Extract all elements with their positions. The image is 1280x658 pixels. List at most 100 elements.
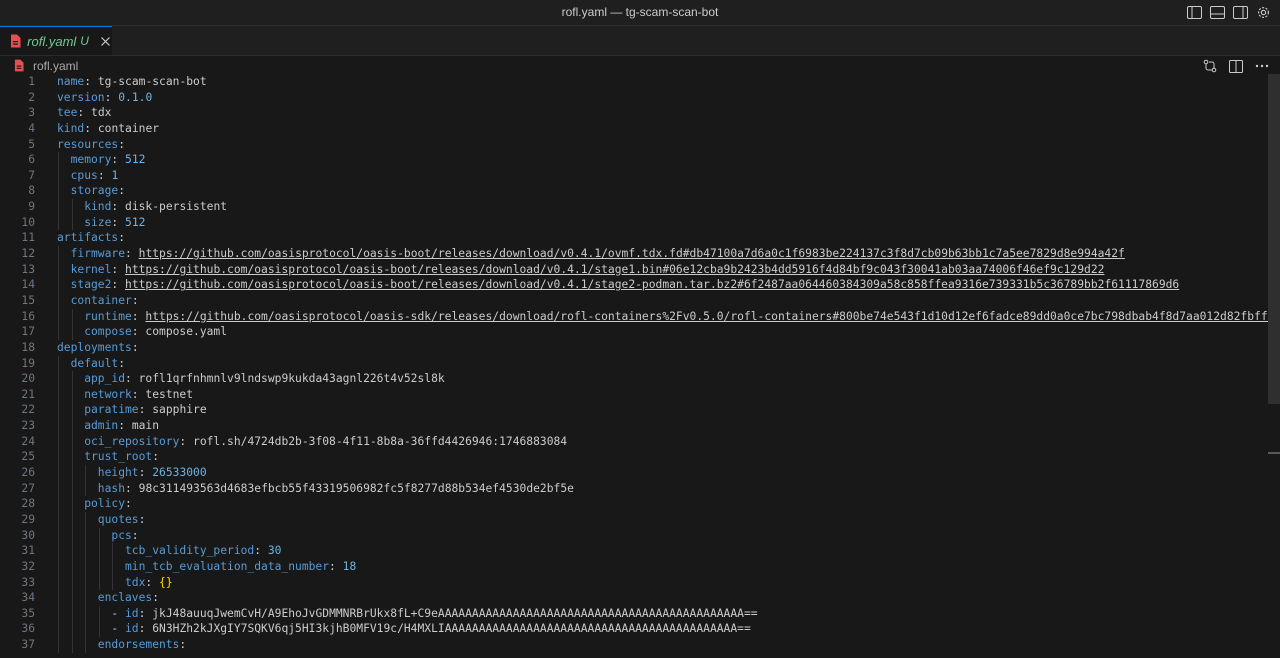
- code-line[interactable]: 25 trust_root:: [0, 449, 1268, 466]
- title-actions: [1186, 4, 1272, 22]
- code-line[interactable]: 20 app_id: rofl1qrfnhmnlv9lndswp9kukda43a…: [0, 371, 1268, 387]
- code-text: paratime: sapphire: [84, 403, 207, 417]
- code-line[interactable]: 36 - id: 6N3HZh2kJXgIY7SQKV6qj5HI3kjhB0MF…: [0, 621, 1268, 638]
- indent-guide: [58, 621, 59, 638]
- yaml-link[interactable]: https://github.com/oasisprotocol/oasis-b…: [139, 247, 1125, 260]
- code-line[interactable]: 18 deployments:: [0, 340, 1268, 356]
- code-line[interactable]: 17 compose: compose.yaml: [0, 324, 1268, 340]
- indent-guide: [58, 433, 59, 450]
- indent-guide: [85, 480, 87, 497]
- indent-guide: [58, 355, 59, 372]
- yaml-key: endorsements: [97, 638, 180, 652]
- more-actions-icon[interactable]: [1254, 58, 1270, 74]
- yaml-key: runtime: [84, 309, 132, 323]
- code-text: tee: tdx: [57, 106, 112, 120]
- code-line[interactable]: 5 resources:: [0, 137, 1268, 153]
- indent-guide: [58, 386, 59, 403]
- indent-guide: [71, 324, 73, 340]
- code-line[interactable]: 19 default:: [0, 355, 1268, 372]
- code-line[interactable]: 34 enclaves:: [0, 590, 1268, 606]
- code-line[interactable]: 4 kind: container: [0, 121, 1268, 137]
- code-line[interactable]: 15 container:: [0, 292, 1268, 309]
- code-line[interactable]: 30 pcs:: [0, 527, 1268, 544]
- code-line[interactable]: 22 paratime: sapphire: [0, 402, 1268, 419]
- code-text: tcb_validity_period: 30: [125, 544, 282, 558]
- code-line[interactable]: 21 network: testnet: [0, 386, 1268, 403]
- yaml-key: version: [57, 90, 105, 104]
- indent-guide: [71, 621, 73, 638]
- yaml-link[interactable]: https://github.com/oasisprotocol/oasis-b…: [125, 278, 1179, 291]
- code-line[interactable]: 23 admin: main: [0, 418, 1268, 434]
- code-line[interactable]: 16 runtime: https://github.com/oasisproto…: [0, 308, 1274, 325]
- scrollbar-thumb[interactable]: [1268, 74, 1280, 404]
- split-editor-icon[interactable]: [1228, 58, 1244, 74]
- yaml-value: testnet: [145, 387, 194, 401]
- code-line[interactable]: 1 name: tg-scam-scan-bot: [0, 74, 1268, 90]
- code-line[interactable]: 10 size: 512: [0, 214, 1268, 231]
- code-line[interactable]: 9 kind: disk-persistent: [0, 199, 1268, 215]
- code-line[interactable]: 2 version: 0.1.0: [0, 90, 1268, 106]
- code-text: admin: main: [84, 419, 160, 433]
- indent-guide: [58, 465, 59, 481]
- code-text: artifacts:: [57, 231, 126, 245]
- indent-guide: [58, 183, 59, 200]
- code-line[interactable]: 24 oci_repository: rofl.sh/4724db2b-3f08-…: [0, 433, 1268, 450]
- code-line[interactable]: 3 tee: tdx: [0, 105, 1268, 121]
- code-line[interactable]: 26 height: 26533000: [0, 465, 1268, 481]
- tab-rofl-yaml[interactable]: rofl.yaml U: [0, 26, 112, 55]
- code-line[interactable]: 12 firmware: https://github.com/oasisprot…: [0, 246, 1268, 262]
- code-line[interactable]: 32 min_tcb_evaluation_data_number: 18: [0, 558, 1268, 575]
- line-number: 32: [21, 559, 35, 573]
- code-text: deployments:: [57, 340, 139, 354]
- code-text: storage:: [70, 184, 126, 198]
- indent-guide: [71, 449, 73, 466]
- yaml-key: resources: [57, 137, 119, 151]
- code-line[interactable]: 11 artifacts:: [0, 230, 1268, 246]
- code-line[interactable]: 28 policy:: [0, 496, 1268, 512]
- open-changes-icon[interactable]: [1202, 58, 1218, 74]
- indent-guide: [71, 214, 73, 231]
- indent-guide: [71, 480, 73, 497]
- indent-guide: [112, 574, 114, 591]
- code-editor[interactable]: 1 name: tg-scam-scan-bot 2 version: 0.1.0 3 t…: [0, 74, 1274, 658]
- code-line[interactable]: 7 cpus: 1: [0, 167, 1268, 184]
- yaml-value: jkJ48auuqJwemCvH/A9EhoJvGDMMNRBrUkx8fL+C…: [152, 606, 758, 620]
- yaml-link[interactable]: https://github.com/oasisprotocol/oasis-b…: [125, 263, 1104, 276]
- vertical-scrollbar[interactable]: [1268, 74, 1280, 658]
- code-line[interactable]: 6 memory: 512: [0, 152, 1268, 168]
- code-line[interactable]: 29 quotes:: [0, 511, 1268, 528]
- yaml-link[interactable]: https://github.com/oasisprotocol/oasis-s…: [145, 310, 1274, 323]
- line-number: 21: [21, 387, 35, 401]
- code-text: resources:: [57, 137, 126, 151]
- close-icon[interactable]: [99, 34, 112, 48]
- code-line[interactable]: 31 tcb_validity_period: 30: [0, 543, 1268, 559]
- yaml-key: name: [57, 75, 85, 88]
- line-number: 12: [21, 247, 35, 261]
- code-line[interactable]: 37 endorsements:: [0, 637, 1268, 653]
- code-line[interactable]: 35 - id: jkJ48auuqJwemCvH/A9EhoJvGDMMNRBr…: [0, 605, 1268, 622]
- indent-guide: [85, 527, 87, 544]
- indent-guide: [85, 558, 87, 575]
- code-line[interactable]: 33 tdx: {}: [0, 574, 1268, 591]
- code-line[interactable]: 13 kernel: https://github.com/oasisprotoc…: [0, 261, 1268, 278]
- indent-guide: [71, 418, 73, 434]
- code-text: name: tg-scam-scan-bot: [57, 75, 207, 88]
- code-line[interactable]: 27 hash: 98c311493563d4683efbcb55f4331950…: [0, 480, 1268, 497]
- gear-icon[interactable]: [1255, 4, 1272, 21]
- line-number: 17: [21, 325, 35, 339]
- indent-guide: [71, 605, 73, 622]
- toggle-secondary-sidebar-icon[interactable]: [1232, 4, 1249, 21]
- indent-guide: [58, 261, 59, 278]
- indent-guide: [85, 511, 87, 528]
- toggle-primary-sidebar-icon[interactable]: [1186, 4, 1203, 21]
- yaml-key: min_tcb_evaluation_data_number: [125, 559, 330, 573]
- code-line[interactable]: 14 stage2: https://github.com/oasisprotoc…: [0, 277, 1268, 293]
- code-text: firmware: https://github.com/oasisprotoc…: [70, 247, 1125, 261]
- indent-guide: [71, 637, 73, 653]
- code-line[interactable]: 8 storage:: [0, 183, 1268, 200]
- yaml-key: tcb_validity_period: [125, 544, 255, 558]
- breadcrumb-file[interactable]: rofl.yaml: [33, 59, 78, 73]
- breadcrumb[interactable]: rofl.yaml: [14, 57, 78, 74]
- toggle-panel-icon[interactable]: [1209, 4, 1226, 21]
- yaml-key: firmware: [70, 247, 126, 261]
